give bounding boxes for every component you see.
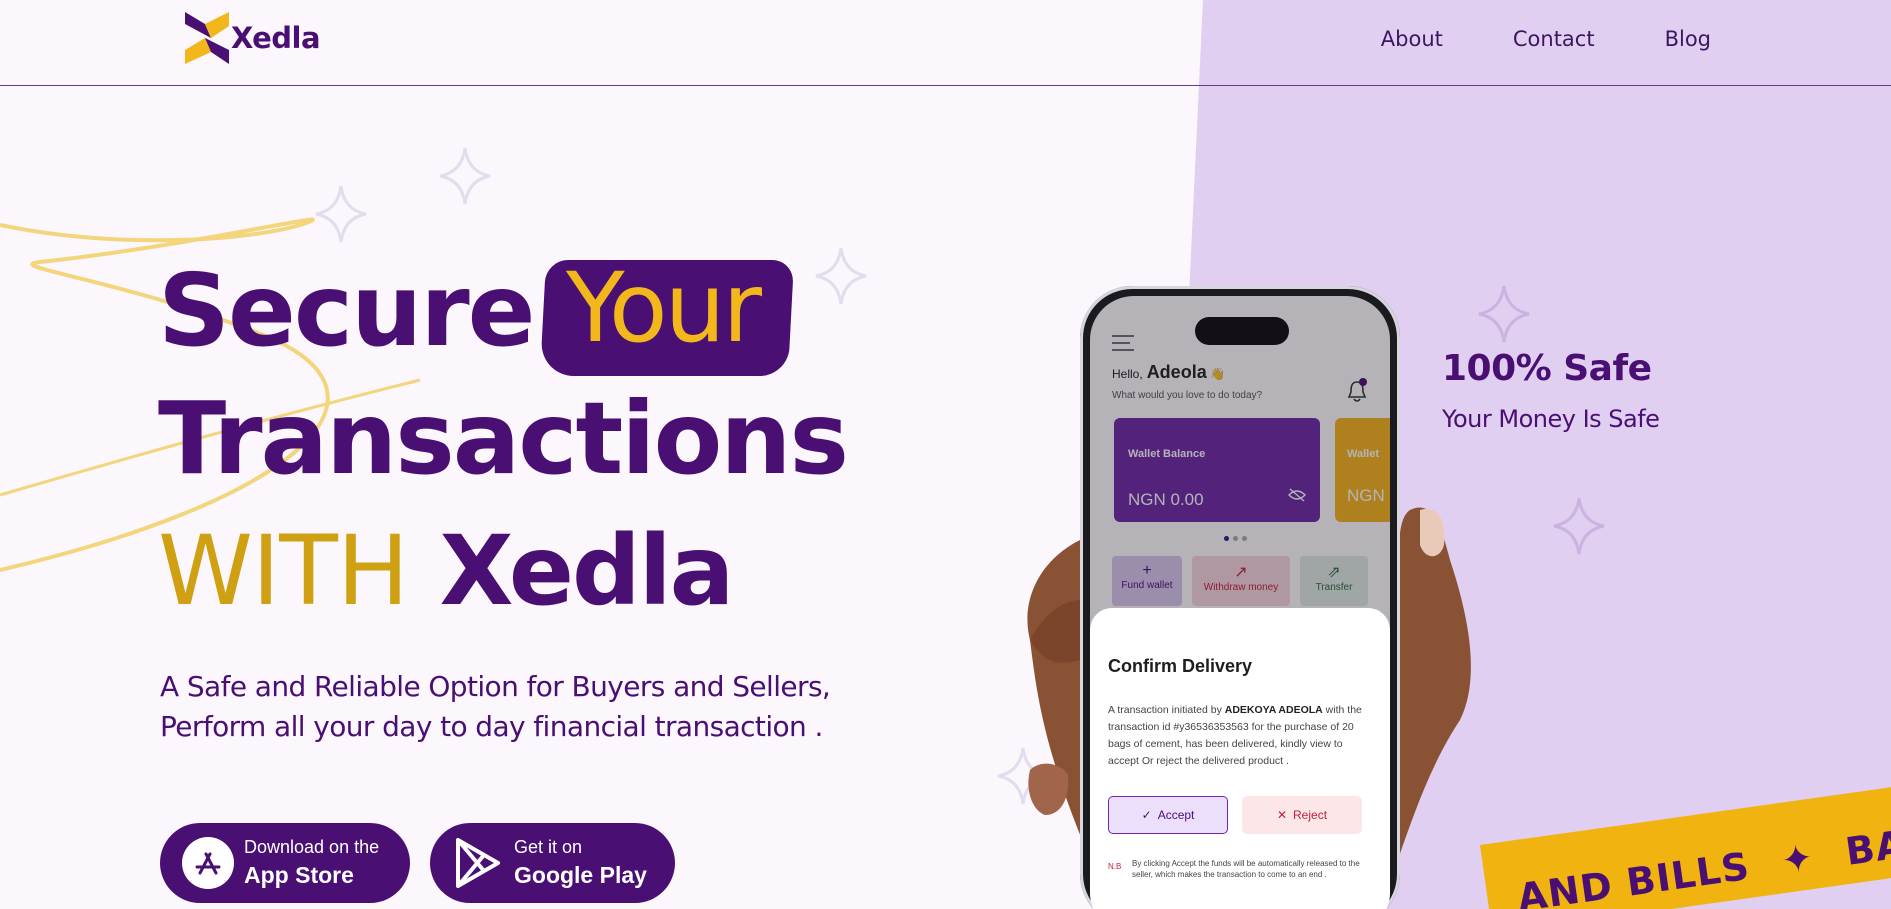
nb-tag: N.B — [1108, 862, 1122, 871]
xedla-logo-icon — [185, 12, 229, 64]
google-play-icon — [456, 838, 500, 888]
headline-with: WITH — [158, 515, 409, 627]
ribbon-text-bank: BANK — [1842, 813, 1891, 874]
app-store-small-label: Download on the — [244, 837, 380, 857]
nav-about[interactable]: About — [1381, 27, 1443, 51]
google-play-small-label: Get it on — [514, 837, 583, 857]
sparkle-icon — [815, 247, 867, 305]
headline-transactions: Transactions — [158, 380, 849, 497]
sparkle-icon — [1478, 285, 1530, 343]
finger — [1028, 763, 1069, 815]
hero-subtitle-line1: A Safe and Reliable Option for Buyers an… — [160, 670, 831, 703]
check-icon: ✓ — [1141, 808, 1152, 822]
sheet-body-prefix: A transaction initiated by — [1108, 704, 1225, 716]
app-store-big-label: App Store — [244, 862, 354, 888]
confirm-delivery-sheet: Confirm Delivery A transaction initiated… — [1090, 608, 1390, 909]
close-icon: ✕ — [1276, 808, 1288, 822]
reject-button[interactable]: ✕ Reject — [1242, 796, 1362, 834]
accept-button[interactable]: ✓ Accept — [1108, 796, 1228, 834]
accept-label: Accept — [1157, 808, 1195, 822]
headline-your: Your — [566, 252, 762, 364]
phone-screen: Hello, Adeola 👋 What would you love to do… — [1090, 296, 1390, 909]
sheet-body: A transaction initiated by ADEKOYA ADEOL… — [1108, 702, 1376, 770]
nav-blog[interactable]: Blog — [1665, 27, 1711, 51]
nav-contact[interactable]: Contact — [1513, 27, 1595, 51]
google-play-big-label: Google Play — [514, 862, 647, 888]
site-header: Xedla About Contact Blog — [0, 0, 1891, 86]
app-store-icon — [182, 837, 234, 889]
sheet-title: Confirm Delivery — [1108, 656, 1253, 676]
headline-secure: Secure — [158, 252, 535, 369]
sparkle-icon — [439, 147, 491, 205]
feature-title: 100% Safe — [1442, 348, 1652, 389]
ribbon-text-bills: AND BILLS — [1514, 843, 1753, 909]
google-play-button[interactable]: Get it on Google Play — [430, 823, 675, 903]
sparkle-icon — [1553, 497, 1605, 555]
main-nav: About Contact Blog — [1381, 27, 1711, 51]
phone-mockup: Hello, Adeola 👋 What would you love to do… — [1080, 286, 1400, 909]
reject-label: Reject — [1293, 808, 1328, 822]
feature-subtitle: Your Money Is Safe — [1442, 405, 1660, 433]
app-store-button[interactable]: Download on the App Store — [160, 823, 410, 903]
hero-subtitle-line2: Perform all your day to day financial tr… — [160, 710, 823, 743]
headline-brand: Xedla — [439, 515, 734, 627]
sheet-body-name: ADEKOYA ADEOLA — [1224, 704, 1323, 716]
brand-name: Xedla — [231, 21, 321, 55]
brand-logo[interactable]: Xedla — [183, 10, 321, 66]
nb-text: By clicking Accept the funds will be aut… — [1132, 859, 1360, 879]
star-icon: ✦ — [1778, 834, 1817, 884]
sparkle-icon — [315, 185, 367, 243]
headline-with-xedla: WITH Xedla — [158, 515, 734, 627]
fingernail — [1420, 509, 1445, 557]
